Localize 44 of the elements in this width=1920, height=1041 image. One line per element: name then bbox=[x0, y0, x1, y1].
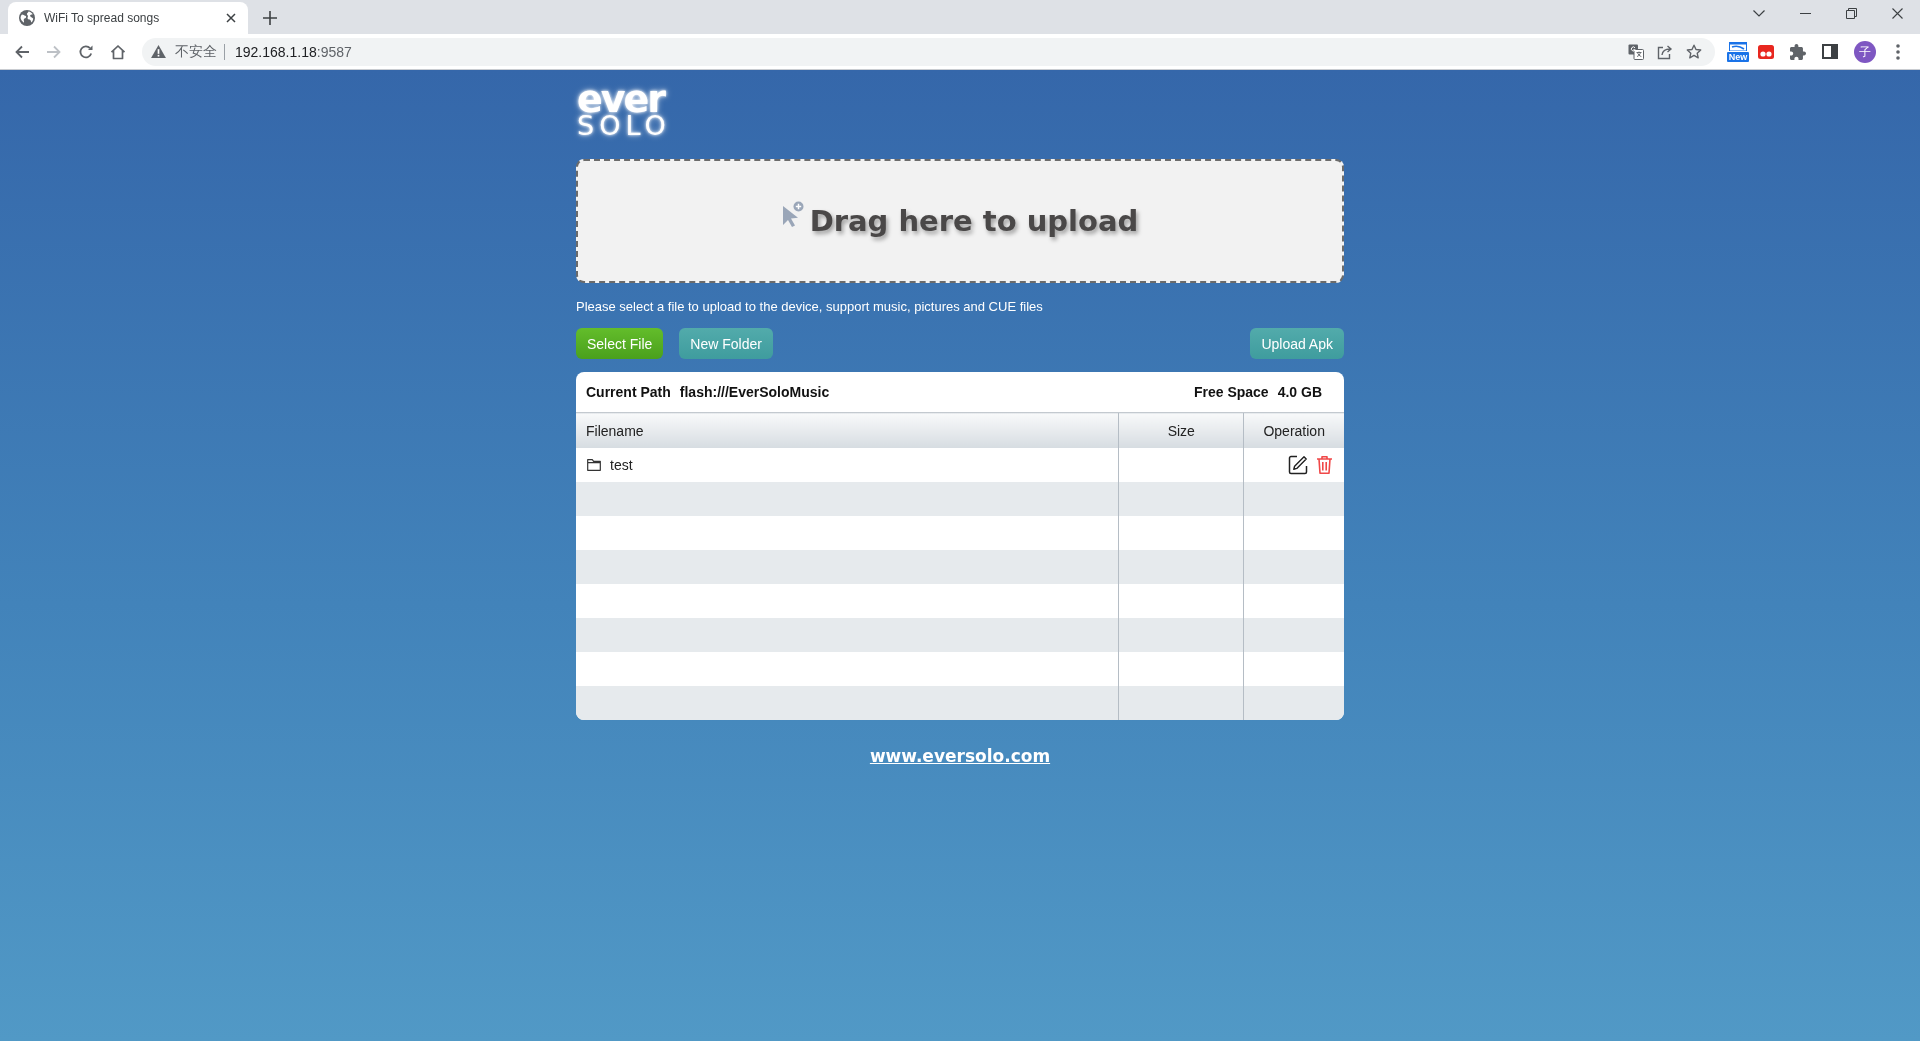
current-path-label: Current Path bbox=[586, 384, 671, 400]
star-icon[interactable] bbox=[1686, 43, 1702, 60]
extension-button[interactable]: New bbox=[1725, 41, 1751, 62]
reload-icon[interactable] bbox=[78, 43, 94, 60]
back-arrow-icon[interactable] bbox=[14, 43, 30, 60]
url-text: 192.168.1.18:9587 bbox=[235, 43, 352, 60]
browser-tab[interactable]: WiFi To spread songs bbox=[8, 2, 248, 34]
brand-logo: ever SOLO bbox=[577, 86, 671, 138]
address-bar[interactable]: 不安全 192.168.1.18:9587 bbox=[142, 37, 1715, 66]
new-folder-button[interactable]: New Folder bbox=[679, 328, 773, 359]
close-icon[interactable] bbox=[1891, 8, 1903, 19]
free-space-value: 4.0 GB bbox=[1277, 384, 1322, 400]
trash-icon[interactable] bbox=[1316, 455, 1333, 475]
window-icon bbox=[1729, 41, 1747, 51]
select-file-button[interactable]: Select File bbox=[576, 328, 664, 359]
side-panel-icon[interactable] bbox=[1822, 44, 1838, 59]
column-header: Operation bbox=[1243, 412, 1344, 448]
cursor-plus-icon bbox=[781, 201, 804, 227]
free-space-label: Free Space bbox=[1193, 384, 1269, 400]
share-icon[interactable] bbox=[1657, 43, 1673, 60]
security-label: 不安全 bbox=[175, 42, 217, 61]
website-link[interactable]: www.eversolo.com bbox=[869, 746, 1051, 766]
close-icon[interactable] bbox=[226, 13, 236, 23]
upload-hint-text: Please select a file to upload to the device, support music, pictures and CUE files bbox=[576, 299, 1044, 315]
upload-apk-button[interactable]: Upload Apk bbox=[1250, 328, 1344, 359]
folder-icon bbox=[587, 459, 601, 471]
current-path-value: flash:///EverSoloMusic bbox=[679, 384, 830, 400]
warning-icon bbox=[151, 45, 166, 58]
minimize-icon[interactable] bbox=[1799, 13, 1811, 14]
column-header: Size bbox=[1118, 412, 1244, 448]
edit-icon[interactable] bbox=[1288, 455, 1308, 475]
puzzle-icon[interactable] bbox=[1790, 43, 1806, 60]
plus-icon[interactable] bbox=[263, 11, 277, 25]
restore-icon[interactable] bbox=[1845, 8, 1857, 19]
column-header: Filename bbox=[576, 412, 1119, 448]
profile-avatar[interactable]: 子 bbox=[1854, 40, 1876, 63]
upload-drop-zone[interactable]: Drag here to upload bbox=[576, 159, 1344, 283]
globe-icon bbox=[19, 10, 35, 26]
translate-icon[interactable] bbox=[1628, 43, 1644, 60]
home-icon[interactable] bbox=[110, 43, 126, 60]
chevron-down-icon[interactable] bbox=[1753, 10, 1765, 17]
two-dot-extension-icon[interactable] bbox=[1758, 44, 1774, 59]
file-name[interactable]: test bbox=[610, 457, 633, 473]
more-menu-icon[interactable] bbox=[1896, 43, 1900, 60]
